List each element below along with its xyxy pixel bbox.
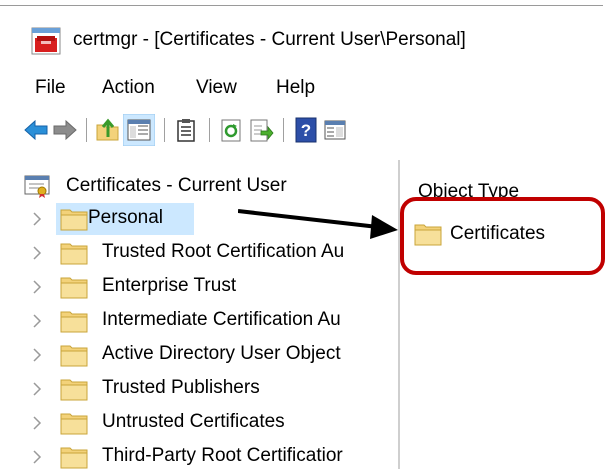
folder-icon xyxy=(60,209,88,231)
tree-item-trusted-publishers[interactable]: Trusted Publishers xyxy=(0,373,398,405)
tree-item-intermediate[interactable]: Intermediate Certification Au xyxy=(0,305,398,337)
chevron-right-icon[interactable] xyxy=(32,450,42,464)
tree-item-active-directory[interactable]: Active Directory User Object xyxy=(0,339,398,371)
annotation-arrow-icon xyxy=(238,209,398,239)
menu-bar: File Action View Help xyxy=(0,72,613,106)
toolbar-separator xyxy=(283,118,284,142)
folder-icon xyxy=(60,277,88,299)
action-pane-icon[interactable] xyxy=(322,117,348,143)
folder-icon xyxy=(60,447,88,469)
show-hide-console-tree-icon[interactable] xyxy=(123,114,155,146)
chevron-right-icon[interactable] xyxy=(32,212,42,226)
toolbar-separator xyxy=(86,118,87,142)
chevron-right-icon[interactable] xyxy=(32,280,42,294)
chevron-right-icon[interactable] xyxy=(32,246,42,260)
folder-icon xyxy=(60,345,88,367)
back-icon[interactable] xyxy=(23,117,49,143)
folder-icon xyxy=(60,379,88,401)
menu-view[interactable]: View xyxy=(196,76,237,100)
toolbar-separator xyxy=(209,118,210,142)
tree-item-label: Third-Party Root Certificatior xyxy=(102,445,343,466)
up-folder-icon[interactable] xyxy=(95,117,121,143)
forward-icon[interactable] xyxy=(52,117,78,143)
tree-item-label: Intermediate Certification Au xyxy=(102,309,341,330)
certificate-manager-icon xyxy=(31,27,61,55)
chevron-right-icon[interactable] xyxy=(32,348,42,362)
tree-item-trusted-root[interactable]: Trusted Root Certification Au xyxy=(0,237,398,269)
tree-item-label: Enterprise Trust xyxy=(102,275,237,296)
tree-item-untrusted[interactable]: Untrusted Certificates xyxy=(0,407,398,439)
properties-icon[interactable] xyxy=(173,117,199,143)
toolbar-separator xyxy=(164,118,165,142)
tree-item-label: Trusted Publishers xyxy=(102,377,260,398)
tree-root-label: Certificates - Current User xyxy=(66,175,287,196)
tree-item-third-party-root[interactable]: Third-Party Root Certificatior xyxy=(0,441,398,473)
chevron-right-icon[interactable] xyxy=(32,382,42,396)
chevron-right-icon[interactable] xyxy=(32,314,42,328)
window-top-border xyxy=(0,5,603,6)
folder-icon xyxy=(60,243,88,265)
folder-icon xyxy=(60,311,88,333)
folder-icon xyxy=(60,413,88,435)
toolbar: ? xyxy=(0,106,613,154)
menu-file[interactable]: File xyxy=(35,76,66,100)
tree-item-label: Trusted Root Certification Au xyxy=(102,241,345,262)
refresh-icon[interactable] xyxy=(218,117,244,143)
chevron-right-icon[interactable] xyxy=(32,416,42,430)
export-list-icon[interactable] xyxy=(248,117,274,143)
tree-item-label: Untrusted Certificates xyxy=(102,411,285,432)
tree-item-label: Active Directory User Object xyxy=(102,343,341,364)
help-icon[interactable]: ? xyxy=(293,117,319,143)
certificates-snapin-icon xyxy=(24,175,50,198)
window-title: certmgr - [Certificates - Current User\P… xyxy=(73,29,466,50)
svg-text:?: ? xyxy=(301,121,311,140)
tree-item-enterprise-trust[interactable]: Enterprise Trust xyxy=(0,271,398,303)
menu-help[interactable]: Help xyxy=(276,76,315,100)
title-bar: certmgr - [Certificates - Current User\P… xyxy=(0,0,613,72)
tree-item-label: Personal xyxy=(88,207,163,228)
menu-action[interactable]: Action xyxy=(102,76,155,100)
annotation-highlight-box xyxy=(400,197,605,275)
